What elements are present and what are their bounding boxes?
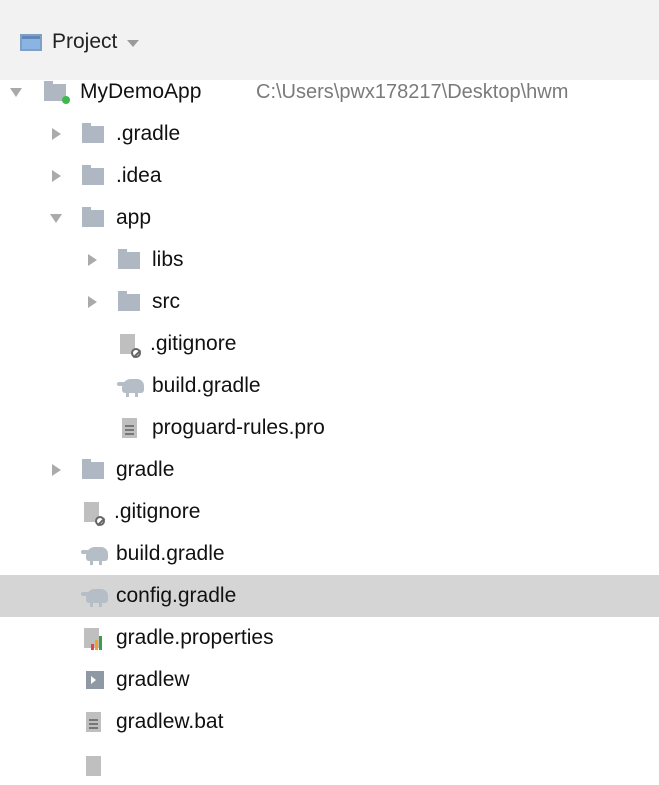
tree-item-label: src [152,290,180,313]
dropdown-caret-icon[interactable] [127,39,140,47]
tree-item-gradle-properties[interactable]: gradle.properties [0,617,659,659]
tree-item-idea[interactable]: .idea [0,155,659,197]
project-panel-header: Project [0,0,659,80]
expand-arrow-icon[interactable] [52,170,61,182]
properties-badge-icon [91,636,105,650]
folder-icon [82,123,104,143]
tree-item-build-gradle[interactable]: build.gradle [0,365,659,407]
project-view-selector[interactable]: Project [20,24,140,60]
ignore-badge-icon [95,516,105,526]
tree-item-label: libs [152,248,184,271]
folder-icon [118,249,140,269]
tree-item-label: build.gradle [152,374,261,397]
text-file-icon [86,712,101,732]
gradle-file-icon [81,547,108,565]
project-path: C:\Users\pwx178217\Desktop\hwm [256,81,569,103]
tree-item-dot-gradle[interactable]: .gradle [0,113,659,155]
collapse-arrow-icon[interactable] [10,88,22,97]
tree-item-label: MyDemoApp [80,80,202,103]
ignore-badge-icon [131,348,141,358]
tree-item-partial [0,743,659,785]
shell-script-icon [86,671,104,689]
tree-item-label: build.gradle [116,542,225,565]
tree-item-label: .gitignore [114,500,201,523]
tree-item-proguard-rules[interactable]: proguard-rules.pro [0,407,659,449]
tree-item-label: gradlew [116,668,190,691]
collapse-arrow-icon[interactable] [50,214,62,223]
folder-icon [118,291,140,311]
expand-arrow-icon[interactable] [88,254,97,266]
tree-item-label: .gradle [116,122,181,145]
tree-item-label: proguard-rules.pro [152,416,325,439]
tree-item-gradlew-bat[interactable]: gradlew.bat [0,701,659,743]
module-badge-icon [62,96,70,104]
tree-item-label: .idea [116,164,162,187]
tree-item-build-gradle[interactable]: build.gradle [0,533,659,575]
folder-icon [82,207,104,227]
tree-item-libs[interactable]: libs [0,239,659,281]
gradle-file-icon [81,589,108,607]
expand-arrow-icon[interactable] [52,128,61,140]
project-view-label: Project [52,30,118,53]
tree-item-label: app [116,206,152,229]
tree-item-gitignore[interactable]: .gitignore [0,323,659,365]
tree-item-gradlew[interactable]: gradlew [0,659,659,701]
tree-item-src[interactable]: src [0,281,659,323]
ignored-file-icon [84,502,105,526]
folder-icon [82,165,104,185]
ignored-file-icon [120,334,141,358]
gradle-file-icon [117,379,144,397]
module-folder-icon [44,81,70,104]
tree-item-label: gradle.properties [116,626,274,649]
expand-arrow-icon[interactable] [52,464,61,476]
tree-item-label: gradlew.bat [116,710,224,733]
text-file-icon [122,418,137,438]
tree-item-label: config.gradle [116,584,237,607]
expand-arrow-icon[interactable] [88,296,97,308]
tree-item-root[interactable]: MyDemoApp C:\Users\pwx178217\Desktop\hwm [0,71,659,113]
folder-icon [82,459,104,479]
file-icon [86,756,101,776]
tree-item-label: gradle [116,458,175,481]
tree-item-gradle-folder[interactable]: gradle [0,449,659,491]
tree-item-label: .gitignore [150,332,237,355]
project-window-icon [20,33,42,51]
tree-item-app[interactable]: app [0,197,659,239]
properties-file-icon [84,628,102,650]
tree-item-config-gradle[interactable]: config.gradle [0,575,659,617]
tree-item-gitignore[interactable]: .gitignore [0,491,659,533]
